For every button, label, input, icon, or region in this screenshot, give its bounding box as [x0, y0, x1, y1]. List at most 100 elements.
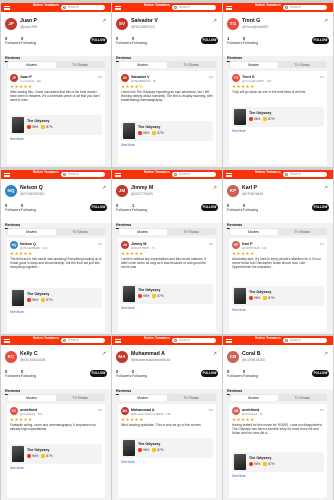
- rotten-tomatoes-logo[interactable]: Rotten Tomatoes: [255, 336, 281, 344]
- follow-button[interactable]: FOLLOW: [90, 37, 107, 44]
- search-input[interactable]: Search: [283, 172, 327, 177]
- search-input[interactable]: Search: [172, 172, 216, 177]
- followers-stat[interactable]: 0 Followers: [116, 203, 131, 212]
- see-more-link[interactable]: See More: [10, 310, 24, 314]
- share-icon[interactable]: ↗: [324, 185, 328, 191]
- movie-card[interactable]: The Odyssey 96% 87%: [10, 288, 102, 308]
- share-icon[interactable]: ↗: [102, 351, 106, 357]
- share-icon[interactable]: ↗: [102, 185, 106, 191]
- hamburger-menu-icon[interactable]: [4, 339, 10, 343]
- see-more-link[interactable]: See More: [121, 306, 135, 310]
- tab-tv-shows[interactable]: TV Shows: [56, 395, 104, 401]
- search-input[interactable]: Search: [283, 338, 327, 343]
- tab-reviews[interactable]: Reviews: [5, 389, 20, 395]
- search-input[interactable]: Search: [283, 5, 327, 10]
- movie-card[interactable]: The Odyssey 96% 87%: [121, 284, 213, 304]
- more-options-icon[interactable]: •••: [98, 241, 102, 246]
- rotten-tomatoes-logo[interactable]: Rotten Tomatoes: [255, 3, 281, 11]
- hamburger-menu-icon[interactable]: [115, 6, 121, 10]
- tab-tv-shows[interactable]: TV Shows: [167, 62, 215, 68]
- hamburger-menu-icon[interactable]: [226, 6, 232, 10]
- share-icon[interactable]: ↗: [213, 351, 217, 357]
- followers-stat[interactable]: 0 Followers: [227, 203, 242, 212]
- followers-stat[interactable]: 0 Followers: [5, 203, 20, 212]
- movie-card[interactable]: The Odyssey 96% 87%: [232, 452, 324, 472]
- tab-reviews[interactable]: Reviews: [116, 223, 131, 229]
- more-options-icon[interactable]: •••: [320, 74, 324, 79]
- followers-stat[interactable]: 0 Followers: [116, 369, 131, 378]
- rotten-tomatoes-logo[interactable]: Rotten Tomatoes: [144, 170, 170, 178]
- movie-card[interactable]: The Odyssey 96% 87%: [232, 107, 324, 127]
- share-icon[interactable]: ↗: [324, 351, 328, 357]
- see-more-link[interactable]: See More: [232, 474, 246, 478]
- search-input[interactable]: Search: [172, 338, 216, 343]
- followers-stat[interactable]: 0 Followers: [227, 369, 242, 378]
- rotten-tomatoes-logo[interactable]: Rotten Tomatoes: [144, 3, 170, 11]
- tab-reviews[interactable]: Reviews: [116, 389, 131, 395]
- tab-tv-shows[interactable]: TV Shows: [56, 229, 104, 235]
- following-stat[interactable]: 0 Following: [132, 369, 147, 378]
- following-stat[interactable]: 0 Following: [243, 369, 258, 378]
- more-options-icon[interactable]: •••: [209, 241, 213, 246]
- more-options-icon[interactable]: •••: [209, 74, 213, 79]
- tab-tv-shows[interactable]: TV Shows: [167, 229, 215, 235]
- following-stat[interactable]: 0 Following: [243, 203, 258, 212]
- more-options-icon[interactable]: •••: [98, 407, 102, 412]
- followers-stat[interactable]: 0 Followers: [116, 36, 131, 45]
- tab-movies[interactable]: Movies: [7, 228, 56, 235]
- hamburger-menu-icon[interactable]: [4, 6, 10, 10]
- following-stat[interactable]: 0 Following: [21, 369, 36, 378]
- see-more-link[interactable]: See More: [10, 137, 24, 141]
- tab-movies[interactable]: Movies: [229, 228, 278, 235]
- tab-movies[interactable]: Movies: [7, 394, 56, 401]
- followers-stat[interactable]: 0 Followers: [5, 36, 20, 45]
- follow-button[interactable]: FOLLOW: [201, 204, 218, 211]
- tab-movies[interactable]: Movies: [7, 61, 56, 68]
- tab-tv-shows[interactable]: TV Shows: [278, 62, 326, 68]
- follow-button[interactable]: FOLLOW: [201, 370, 218, 377]
- see-more-link[interactable]: See More: [121, 460, 135, 464]
- tab-tv-shows[interactable]: TV Shows: [278, 395, 326, 401]
- movie-card[interactable]: The Odyssey 96% 87%: [232, 286, 324, 306]
- following-stat[interactable]: 0 Following: [243, 36, 258, 45]
- search-input[interactable]: Search: [61, 172, 105, 177]
- more-options-icon[interactable]: •••: [320, 241, 324, 246]
- more-options-icon[interactable]: •••: [98, 74, 102, 79]
- tab-reviews[interactable]: Reviews: [5, 223, 20, 229]
- rotten-tomatoes-logo[interactable]: Rotten Tomatoes: [33, 3, 59, 11]
- rotten-tomatoes-logo[interactable]: Rotten Tomatoes: [144, 336, 170, 344]
- rotten-tomatoes-logo[interactable]: Rotten Tomatoes: [33, 170, 59, 178]
- tab-tv-shows[interactable]: TV Shows: [278, 229, 326, 235]
- more-options-icon[interactable]: •••: [209, 407, 213, 412]
- tab-reviews[interactable]: Reviews: [227, 389, 242, 395]
- see-more-link[interactable]: See More: [232, 308, 246, 312]
- rotten-tomatoes-logo[interactable]: Rotten Tomatoes: [255, 170, 281, 178]
- tab-tv-shows[interactable]: TV Shows: [56, 62, 104, 68]
- hamburger-menu-icon[interactable]: [115, 173, 121, 177]
- tab-reviews[interactable]: Reviews: [5, 56, 20, 62]
- tab-tv-shows[interactable]: TV Shows: [167, 395, 215, 401]
- share-icon[interactable]: ↗: [324, 18, 328, 24]
- search-input[interactable]: Search: [172, 5, 216, 10]
- tab-movies[interactable]: Movies: [229, 394, 278, 401]
- hamburger-menu-icon[interactable]: [226, 339, 232, 343]
- tab-reviews[interactable]: Reviews: [116, 56, 131, 62]
- see-more-link[interactable]: See More: [232, 129, 246, 133]
- tab-reviews[interactable]: Reviews: [227, 223, 242, 229]
- movie-card[interactable]: The Odyssey 96% 87%: [121, 121, 213, 141]
- see-more-link[interactable]: See More: [121, 143, 135, 147]
- follow-button[interactable]: FOLLOW: [90, 204, 107, 211]
- following-stat[interactable]: 0 Following: [21, 36, 36, 45]
- movie-card[interactable]: The Odyssey 96% 87%: [10, 444, 102, 464]
- more-options-icon[interactable]: •••: [320, 407, 324, 412]
- tab-movies[interactable]: Movies: [118, 228, 167, 235]
- tab-movies[interactable]: Movies: [118, 61, 167, 68]
- hamburger-menu-icon[interactable]: [115, 339, 121, 343]
- following-stat[interactable]: 1 Following: [132, 203, 147, 212]
- follow-button[interactable]: FOLLOW: [312, 370, 329, 377]
- tab-reviews[interactable]: Reviews: [227, 56, 242, 62]
- follow-button[interactable]: FOLLOW: [312, 204, 329, 211]
- follow-button[interactable]: FOLLOW: [312, 37, 329, 44]
- hamburger-menu-icon[interactable]: [4, 173, 10, 177]
- following-stat[interactable]: 0 Following: [21, 203, 36, 212]
